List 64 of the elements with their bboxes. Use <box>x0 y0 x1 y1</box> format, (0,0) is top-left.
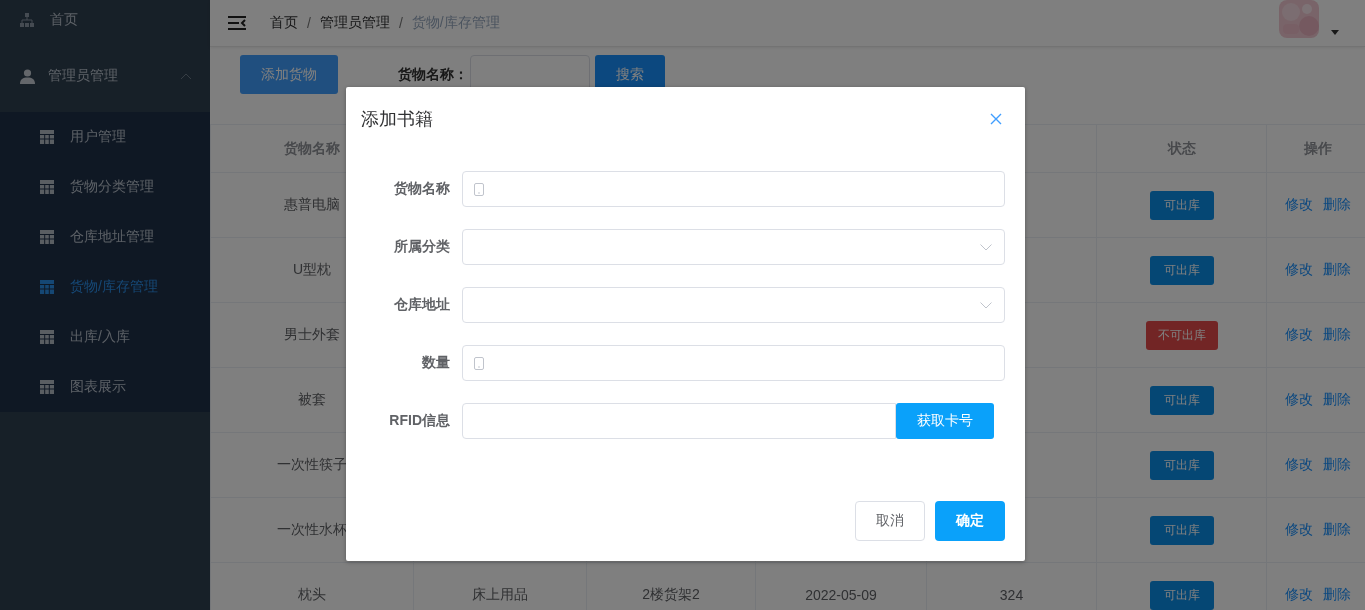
action-link[interactable]: 修改 <box>1285 521 1313 537</box>
breadcrumb-separator: / <box>398 15 403 31</box>
grid-icon <box>40 130 54 144</box>
table-cell: 2楼货架2 <box>642 586 700 602</box>
grid-icon <box>40 330 54 344</box>
sidebar-item[interactable]: 出库/入库 <box>0 312 210 362</box>
action-link[interactable]: 删除 <box>1323 261 1351 277</box>
grid-icon <box>40 280 54 294</box>
table-cell: 枕头 <box>210 562 414 610</box>
input-field[interactable] <box>462 171 1005 207</box>
action-link[interactable]: 修改 <box>1285 326 1313 342</box>
action-link[interactable]: 修改 <box>1285 391 1313 407</box>
sitemap-icon <box>20 13 34 27</box>
status-tag: 可出库 <box>1149 255 1214 285</box>
action-link[interactable]: 删除 <box>1323 196 1351 212</box>
sidebar-item[interactable]: 仓库地址管理 <box>0 212 210 262</box>
sidebar-item[interactable]: 货物/库存管理 <box>0 262 210 312</box>
sidebar-item[interactable]: 用户管理 <box>0 112 210 162</box>
confirm-button[interactable]: 确定 <box>935 501 1005 541</box>
breadcrumb-item[interactable]: 首页 <box>270 14 298 32</box>
status-tag: 可出库 <box>1149 385 1214 415</box>
status-tag: 可出库 <box>1149 515 1214 545</box>
input-field[interactable] <box>462 345 1005 381</box>
action-link[interactable]: 删除 <box>1323 456 1351 472</box>
action-link[interactable]: 删除 <box>1323 391 1351 407</box>
table-cell: 324 <box>999 587 1024 603</box>
input-field[interactable] <box>462 403 896 439</box>
action-link[interactable]: 删除 <box>1323 586 1351 602</box>
user-icon <box>20 68 35 84</box>
field-label: 数量 <box>421 354 450 372</box>
sidebar-item[interactable]: 图表展示 <box>0 362 210 412</box>
status-tag: 可出库 <box>1149 450 1214 480</box>
status-tag: 可出库 <box>1149 580 1214 610</box>
table-cell: 床上用品 <box>472 586 528 602</box>
action-link[interactable]: 修改 <box>1285 586 1313 602</box>
breadcrumb-item[interactable]: 管理员管理 <box>319 14 390 32</box>
get-card-button[interactable]: 获取卡号 <box>896 403 994 439</box>
action-link[interactable]: 删除 <box>1323 521 1351 537</box>
close-icon[interactable] <box>990 113 1002 125</box>
select-field[interactable] <box>462 229 1005 265</box>
action-link[interactable]: 修改 <box>1285 196 1313 212</box>
chevron-down-icon <box>980 243 992 251</box>
cancel-button[interactable]: 取消 <box>855 501 925 541</box>
grid-icon <box>40 230 54 244</box>
status-tag: 可出库 <box>1149 190 1214 220</box>
grid-icon <box>40 180 54 194</box>
breadcrumb-separator: / <box>307 15 311 31</box>
select-field[interactable] <box>462 287 1005 323</box>
table-cell: 2022-05-09 <box>805 587 877 603</box>
status-tag: 不可出库 <box>1145 320 1218 350</box>
chevron-down-icon <box>980 301 992 309</box>
phone-icon <box>474 182 484 196</box>
action-link[interactable]: 修改 <box>1285 456 1313 472</box>
grid-icon <box>40 380 54 394</box>
action-link[interactable]: 删除 <box>1323 326 1351 342</box>
sidebar-item[interactable]: 货物分类管理 <box>0 162 210 212</box>
sidebar-group[interactable]: 管理员管理 <box>0 40 210 112</box>
sidebar-item[interactable]: 首页 <box>0 0 210 40</box>
action-link[interactable]: 修改 <box>1285 261 1313 277</box>
phone-icon <box>474 356 484 370</box>
search-label: 货物名称： <box>398 65 468 84</box>
add-goods-button[interactable]: 添加货物 <box>240 55 338 94</box>
caret-icon[interactable] <box>1331 29 1339 35</box>
menu-icon[interactable] <box>228 16 246 30</box>
